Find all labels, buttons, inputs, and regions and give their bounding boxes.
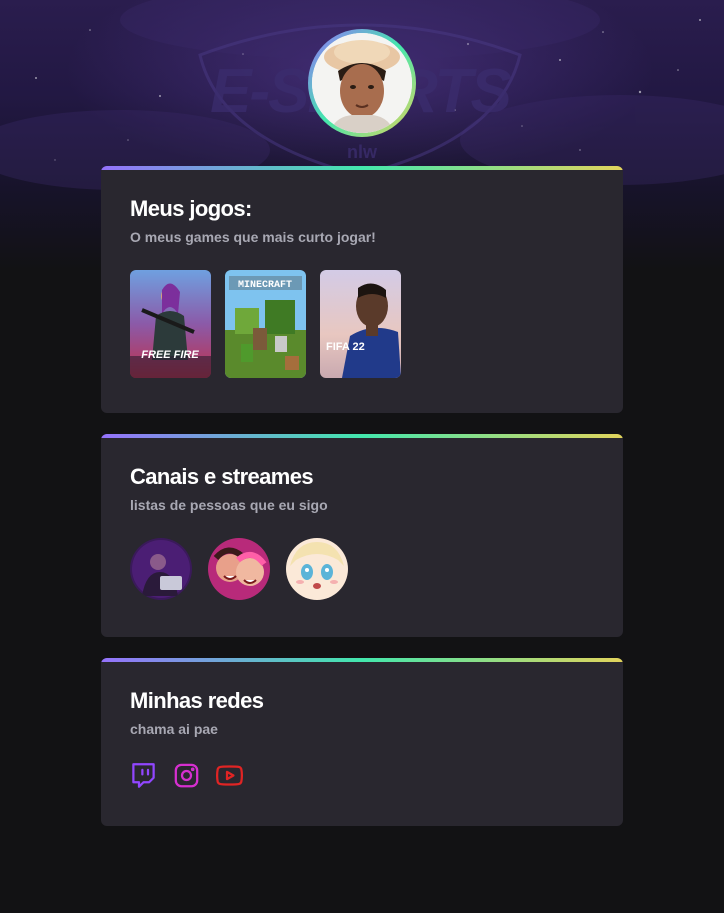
minecraft-cover[interactable]: MINECRAFT [225,270,306,378]
fifa-22-cover[interactable]: FIFA 22 [320,270,401,378]
user-avatar [312,33,412,133]
free-fire-label: FREE FIRE [141,349,199,361]
youtube-icon [215,765,244,786]
twitch-link[interactable] [130,762,157,789]
channels-card-subtitle: listas de pessoas que eu sigo [130,497,328,513]
channels-list [130,538,594,600]
fifa-22-label: FIFA 22 [326,341,365,353]
streamer-avatar-2[interactable] [208,538,270,600]
streamer-avatar-1[interactable] [130,538,192,600]
games-card-title: Meus jogos: [130,196,252,221]
streamer-avatar-3[interactable] [286,538,348,600]
instagram-link[interactable] [173,762,200,789]
instagram-icon [174,763,199,788]
page: E-SPORTS nlw Meus jogos: [0,0,724,913]
brand-sub-text: nlw [347,142,378,162]
social-card-subtitle: chama ai pae [130,721,218,737]
free-fire-cover[interactable]: FREE FIRE [130,270,211,378]
channels-card-title: Canais e streames [130,464,314,489]
social-card-title: Minhas redes [130,688,264,713]
minecraft-label: MINECRAFT [238,280,292,291]
games-card: Meus jogos: O meus games que mais curto … [101,166,623,413]
social-card: Minhas redes chama ai pae [101,658,623,826]
youtube-link[interactable] [215,762,244,789]
profile-avatar [308,29,416,137]
twitch-icon [132,763,155,788]
games-list: FREE FIRE MINECRAFT FIFA 22 [130,270,594,378]
social-links [130,762,594,789]
channels-card: Canais e streames listas de pessoas que … [101,434,623,637]
games-card-subtitle: O meus games que mais curto jogar! [130,229,376,245]
